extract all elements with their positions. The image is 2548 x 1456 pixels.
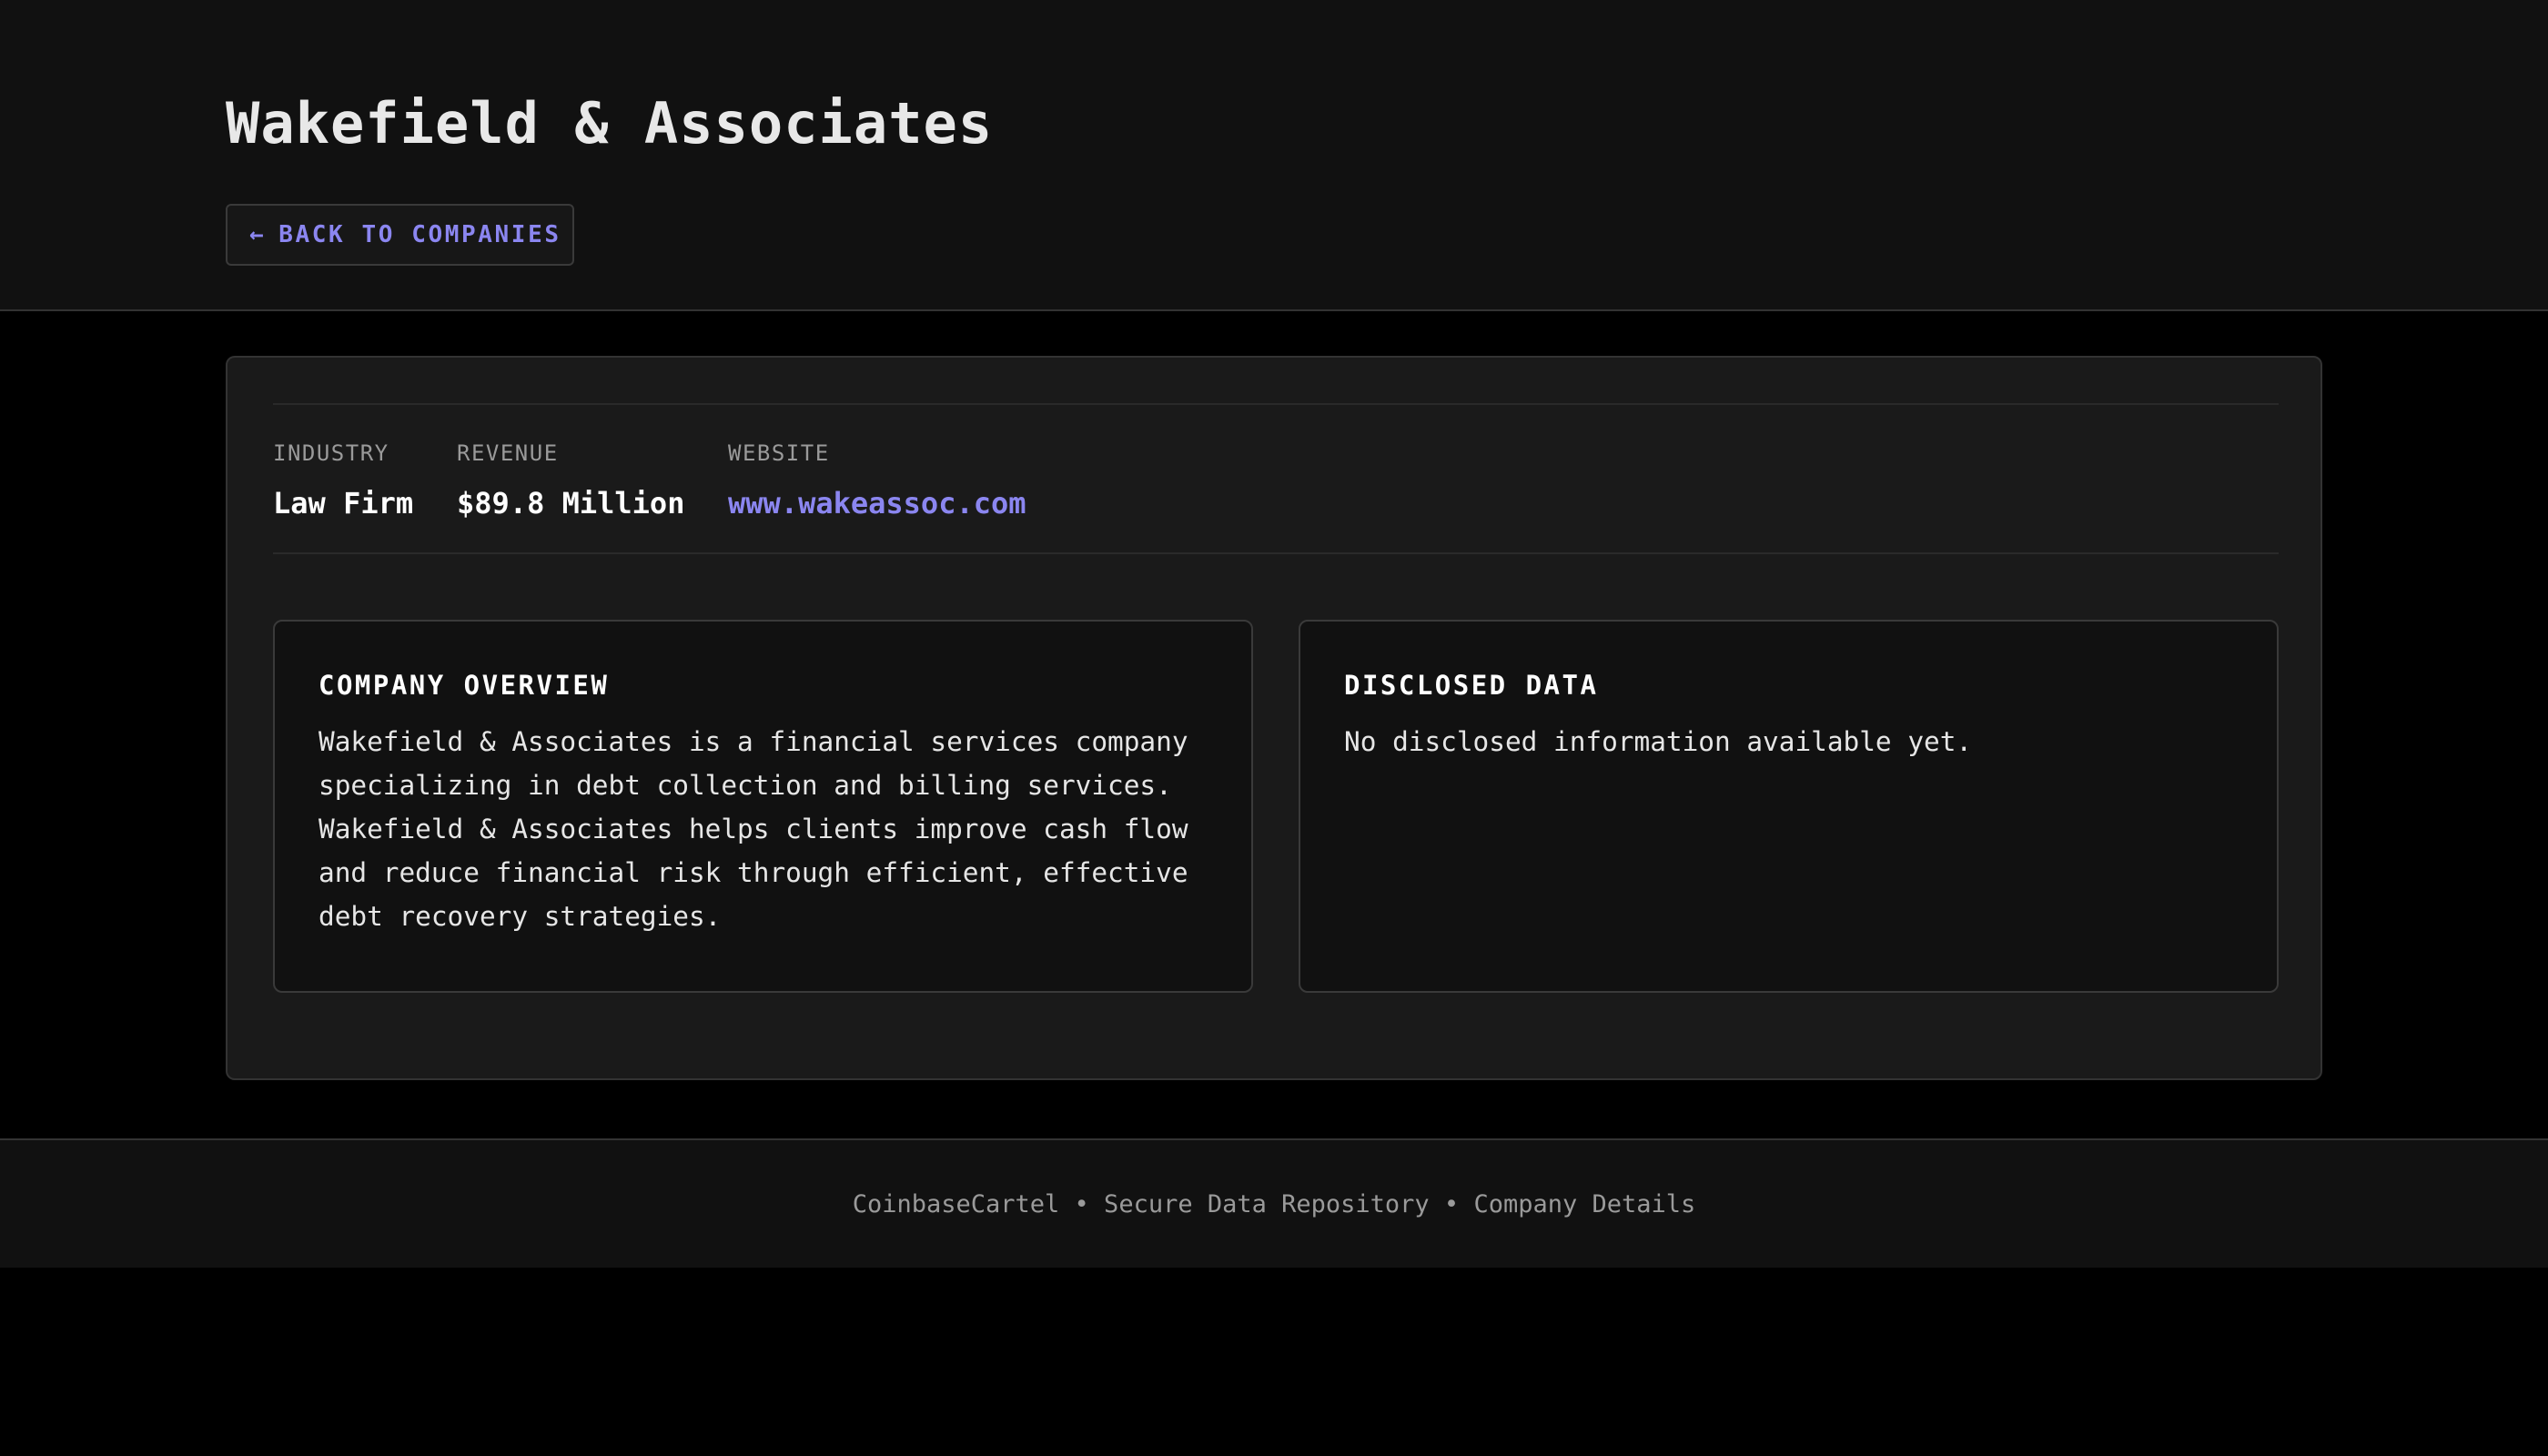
footer-text: CoinbaseCartel • Secure Data Repository … xyxy=(852,1189,1696,1218)
page-title: Wakefield & Associates xyxy=(226,90,994,157)
industry-label: INDUSTRY xyxy=(273,440,389,466)
disclosed-data-text: No disclosed information available yet. xyxy=(1344,726,1973,757)
page-footer: CoinbaseCartel • Secure Data Repository … xyxy=(0,1138,2548,1268)
company-overview-title: COMPANY OVERVIEW xyxy=(318,670,610,701)
industry-value: Law Firm xyxy=(273,486,414,521)
revenue-value: $89.8 Million xyxy=(457,486,685,521)
disclosed-data-panel: DISCLOSED DATA No disclosed information … xyxy=(1299,620,2279,993)
website-link[interactable]: www.wakeassoc.com xyxy=(728,485,1026,521)
revenue-label: REVENUE xyxy=(457,440,559,466)
meta-industry: INDUSTRY Law Firm xyxy=(273,440,413,521)
company-overview-text: Wakefield & Associates is a financial se… xyxy=(318,726,1188,932)
back-button-label: BACK TO COMPANIES xyxy=(278,221,561,248)
arrow-left-icon: ← xyxy=(249,221,267,248)
back-to-companies-button[interactable]: ← BACK TO COMPANIES xyxy=(226,204,574,266)
website-label: WEBSITE xyxy=(728,440,830,466)
meta-website: WEBSITE www.wakeassoc.com xyxy=(728,440,1026,521)
company-meta-row: INDUSTRY Law Firm REVENUE $89.8 Million … xyxy=(273,403,2279,554)
disclosed-data-title: DISCLOSED DATA xyxy=(1344,670,1599,701)
meta-revenue: REVENUE $89.8 Million xyxy=(457,440,684,521)
company-details-card: INDUSTRY Law Firm REVENUE $89.8 Million … xyxy=(226,356,2322,1080)
company-overview-panel: COMPANY OVERVIEW Wakefield & Associates … xyxy=(273,620,1253,993)
page-header: Wakefield & Associates ← BACK TO COMPANI… xyxy=(0,0,2548,311)
